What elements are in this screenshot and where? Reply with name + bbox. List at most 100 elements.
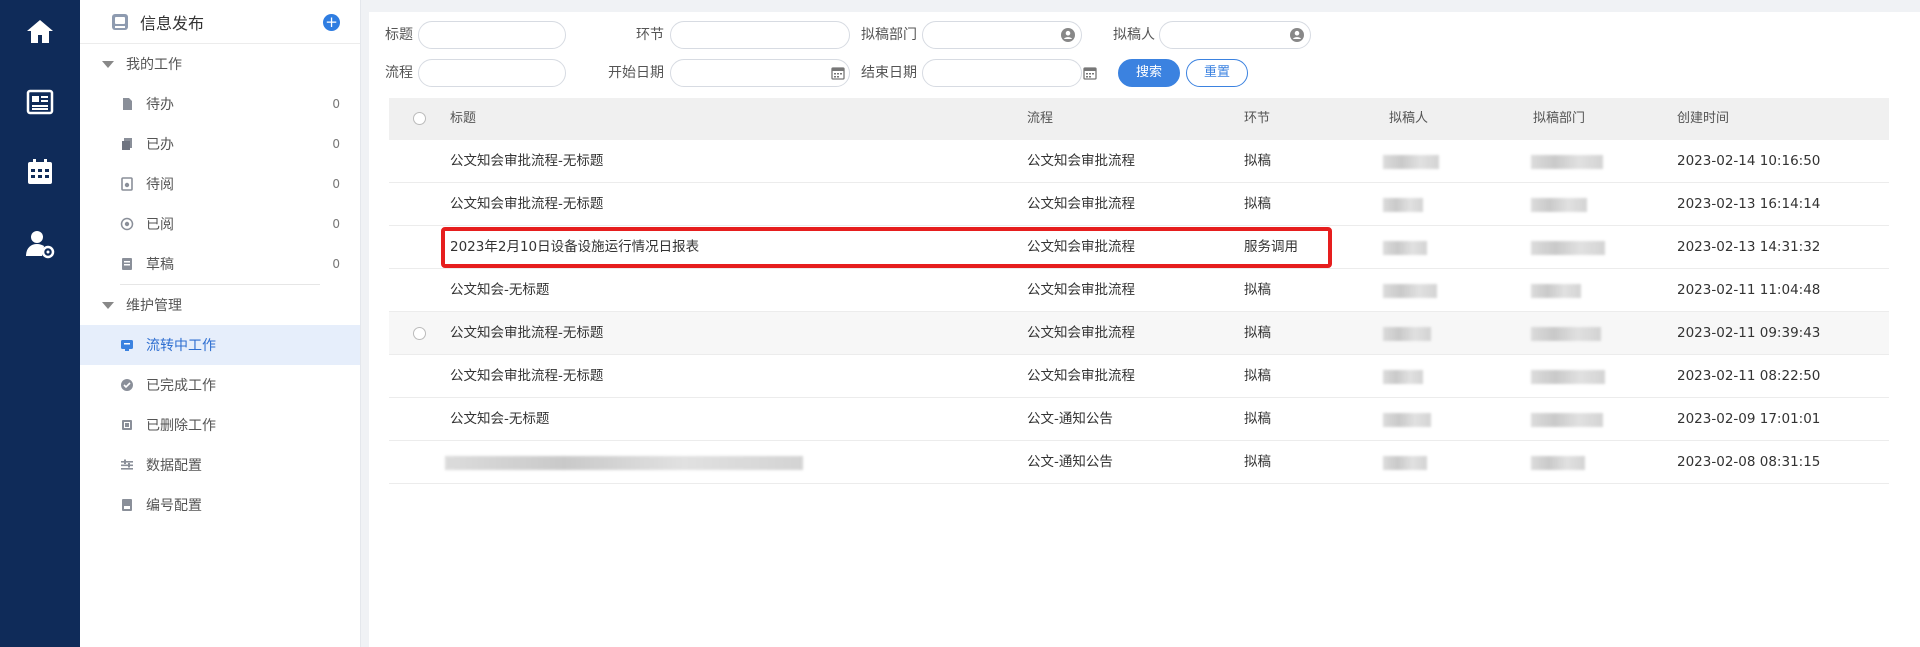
sidebar-item-done[interactable]: 已办 0 — [80, 124, 360, 164]
redacted-title — [445, 456, 803, 470]
news-icon[interactable] — [24, 86, 56, 118]
user-settings-icon[interactable] — [24, 228, 56, 260]
item-count: 0 — [332, 217, 340, 231]
sidebar-item-label: 待办 — [146, 97, 174, 113]
sidebar-item-label: 已删除工作 — [146, 418, 216, 434]
col-title[interactable]: 标题 — [450, 98, 476, 140]
home-icon[interactable] — [24, 16, 56, 48]
redacted-drafter — [1383, 456, 1427, 470]
drafter-label: 拟稿人 — [1113, 27, 1155, 43]
cell-flow: 公文知会审批流程 — [1027, 196, 1135, 212]
col-flow[interactable]: 流程 — [1027, 98, 1053, 140]
calendar-small-icon[interactable] — [831, 66, 845, 80]
redacted-dept — [1531, 413, 1603, 427]
cell-flow: 公文知会审批流程 — [1027, 153, 1135, 169]
drafter-picker-icon[interactable] — [1290, 28, 1304, 42]
table-row[interactable]: 公文知会审批流程-无标题 公文知会审批流程 拟稿 2023-02-11 09:3… — [389, 312, 1889, 355]
cell-created-time: 2023-02-13 16:14:14 — [1677, 196, 1821, 212]
drafter-input[interactable] — [1159, 21, 1311, 49]
cell-title[interactable]: 公文知会审批流程-无标题 — [450, 183, 603, 226]
deleted-icon — [120, 418, 134, 432]
cell-created-time: 2023-02-14 10:16:50 — [1677, 153, 1821, 169]
todo-icon — [120, 97, 134, 111]
sidebar-item-number-config[interactable]: 编号配置 — [80, 485, 360, 525]
sidebar-item-label: 已完成工作 — [146, 378, 216, 394]
sidebar-item-label: 已办 — [146, 137, 174, 153]
end-date-input[interactable] — [922, 59, 1082, 87]
sidebar-title: 信息发布 — [140, 13, 205, 33]
calendar-icon[interactable] — [24, 156, 56, 188]
cell-created-time: 2023-02-08 08:31:15 — [1677, 454, 1821, 470]
work-table: 标题 流程 环节 拟稿人 拟稿部门 创建时间 公文知会审批流程-无标题 公文知会… — [389, 98, 1889, 484]
table-row[interactable]: 公文知会审批流程-无标题 公文知会审批流程 拟稿 2023-02-13 16:1… — [389, 183, 1889, 226]
sidebar-item-label: 数据配置 — [146, 458, 202, 474]
sidebar-item-completed[interactable]: 已完成工作 — [80, 365, 360, 405]
title-label: 标题 — [385, 27, 413, 43]
info-publish-icon — [110, 12, 130, 32]
search-button[interactable]: 搜索 — [1118, 59, 1180, 87]
flow-label: 流程 — [385, 65, 413, 81]
redacted-drafter — [1383, 413, 1431, 427]
table-row[interactable]: 公文-通知公告 拟稿 2023-02-08 08:31:15 — [389, 441, 1889, 484]
node-input[interactable] — [670, 21, 850, 49]
red-highlight-box — [441, 227, 1332, 268]
table-row[interactable]: 公文知会审批流程-无标题 公文知会审批流程 拟稿 2023-02-14 10:1… — [389, 140, 1889, 183]
sidebar-group-my-work: 我的工作 待办 0 已办 0 待阅 0 已阅 0 草稿 0 — [80, 44, 360, 285]
dept-label: 拟稿部门 — [861, 27, 917, 43]
cell-flow: 公文知会审批流程 — [1027, 325, 1135, 341]
in-progress-icon — [120, 338, 134, 352]
flow-input[interactable] — [418, 59, 566, 87]
sidebar-item-todo[interactable]: 待办 0 — [80, 84, 360, 124]
sidebar-item-draft[interactable]: 草稿 0 — [80, 244, 360, 284]
cell-node: 拟稿 — [1244, 153, 1271, 169]
plus-icon[interactable]: + — [323, 14, 340, 31]
end-date-label: 结束日期 — [861, 65, 917, 81]
group-header-maintenance[interactable]: 维护管理 — [80, 285, 360, 325]
select-all-radio[interactable] — [413, 112, 426, 125]
start-date-label: 开始日期 — [608, 65, 664, 81]
table-row[interactable]: 公文知会审批流程-无标题 公文知会审批流程 拟稿 2023-02-11 08:2… — [389, 355, 1889, 398]
cell-title[interactable]: 公文知会-无标题 — [450, 398, 549, 441]
item-count: 0 — [332, 257, 340, 271]
redacted-dept — [1531, 198, 1587, 212]
col-dept[interactable]: 拟稿部门 — [1533, 98, 1585, 140]
redacted-dept — [1531, 241, 1605, 255]
table-row[interactable]: 公文知会-无标题 公文知会审批流程 拟稿 2023-02-11 11:04:48 — [389, 269, 1889, 312]
row-select-radio[interactable] — [413, 327, 426, 340]
table-row[interactable]: 公文知会-无标题 公文-通知公告 拟稿 2023-02-09 17:01:01 — [389, 398, 1889, 441]
sidebar: 信息发布 + 我的工作 待办 0 已办 0 待阅 0 已阅 0 草稿 0 维护管… — [80, 0, 361, 647]
redacted-dept — [1531, 155, 1603, 169]
redacted-drafter — [1383, 155, 1439, 169]
cell-node: 拟稿 — [1244, 411, 1271, 427]
cell-node: 拟稿 — [1244, 282, 1271, 298]
redacted-dept — [1531, 456, 1585, 470]
caret-down-icon — [102, 301, 114, 309]
dept-picker-icon[interactable] — [1061, 28, 1075, 42]
group-header-my-work[interactable]: 我的工作 — [80, 44, 360, 84]
calendar-small-icon[interactable] — [1083, 66, 1097, 80]
cell-node: 拟稿 — [1244, 325, 1271, 341]
done-icon — [120, 137, 134, 151]
cell-title[interactable]: 公文知会审批流程-无标题 — [450, 355, 603, 398]
dept-input[interactable] — [922, 21, 1082, 49]
redacted-dept — [1531, 284, 1581, 298]
sidebar-item-read[interactable]: 已阅 0 — [80, 204, 360, 244]
redacted-dept — [1531, 327, 1601, 341]
sidebar-item-label: 待阅 — [146, 177, 174, 193]
to-read-icon — [120, 177, 134, 191]
redacted-drafter — [1383, 284, 1437, 298]
col-node[interactable]: 环节 — [1244, 98, 1270, 140]
col-drafter[interactable]: 拟稿人 — [1389, 98, 1428, 140]
sidebar-item-in-progress[interactable]: 流转中工作 — [80, 325, 360, 365]
start-date-input[interactable] — [670, 59, 850, 87]
cell-title[interactable]: 公文知会-无标题 — [450, 269, 549, 312]
cell-title[interactable]: 公文知会审批流程-无标题 — [450, 140, 603, 183]
sidebar-item-to-read[interactable]: 待阅 0 — [80, 164, 360, 204]
cell-created-time: 2023-02-11 09:39:43 — [1677, 325, 1821, 341]
sidebar-item-data-config[interactable]: 数据配置 — [80, 445, 360, 485]
col-created-time[interactable]: 创建时间 — [1677, 98, 1729, 140]
title-input[interactable] — [418, 21, 566, 49]
sidebar-item-deleted[interactable]: 已删除工作 — [80, 405, 360, 445]
reset-button[interactable]: 重置 — [1186, 59, 1248, 87]
cell-title[interactable]: 公文知会审批流程-无标题 — [450, 312, 603, 355]
